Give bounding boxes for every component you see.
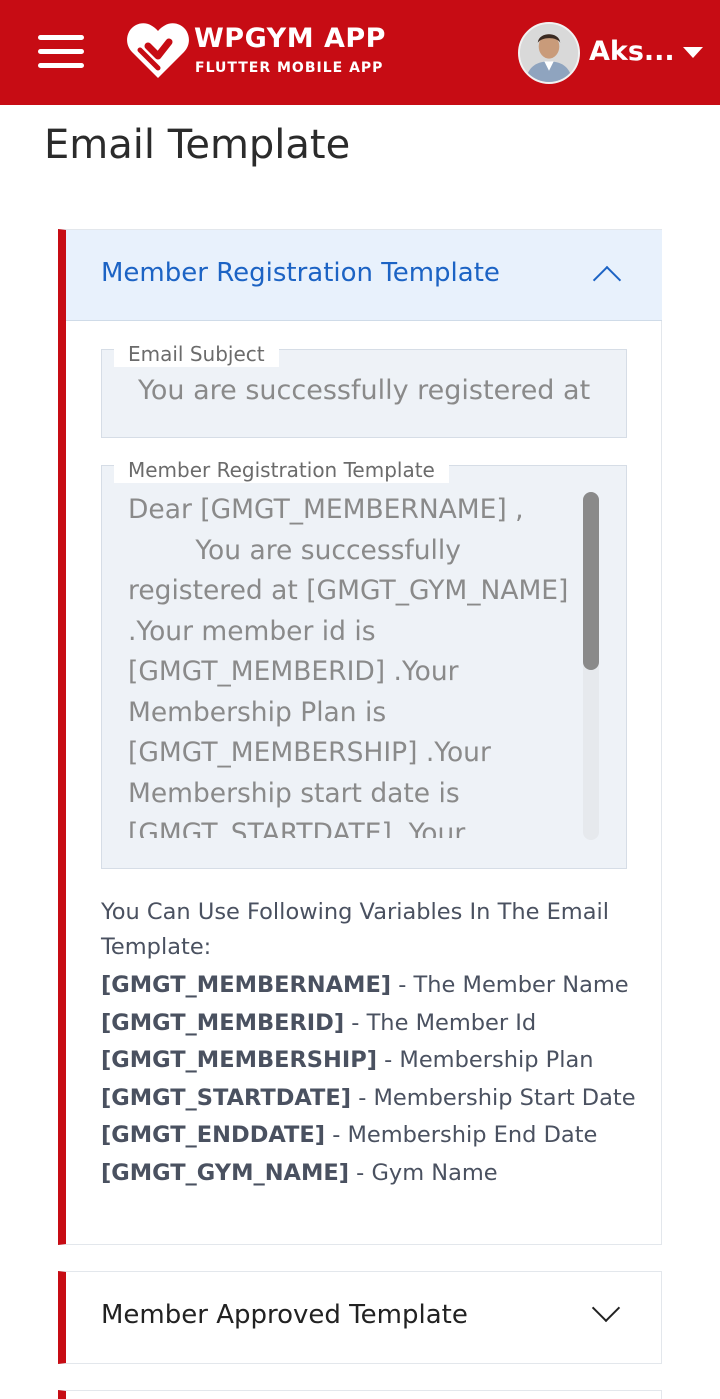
variable-desc: - The Member Id [344, 1009, 537, 1036]
template-panel-title: Member Approved Template [101, 1300, 468, 1330]
variable-row: [GMGT_STARTDATE] - Membership Start Date [101, 1080, 641, 1118]
variable-desc: - Membership Plan [377, 1047, 594, 1073]
email-subject-label: Email Subject [114, 341, 279, 367]
template-panel-title: Member Registration Template [101, 258, 500, 288]
template-panel-member-registration: Member Registration Template Email Subje… [58, 229, 662, 1245]
variable-key: [GMGT_MEMBERNAME] [101, 972, 392, 998]
variable-desc: - Membership End Date [325, 1122, 598, 1148]
variable-row: [GMGT_MEMBERNAME] - The Member Name [101, 967, 641, 1005]
hamburger-menu-icon[interactable] [38, 35, 86, 71]
variable-key: [GMGT_STARTDATE] [101, 1084, 352, 1111]
variable-desc: - The Member Name [391, 972, 629, 998]
variable-key: [GMGT_ENDDATE] [101, 1122, 326, 1148]
variable-key: [GMGT_MEMBERSHIP] [101, 1047, 377, 1073]
template-panel-member-approved[interactable]: Member Approved Template [58, 1271, 662, 1364]
variable-desc: - Gym Name [349, 1159, 498, 1186]
variable-row: [GMGT_GYM_NAME] - Gym Name [101, 1155, 641, 1193]
avatar-photo [520, 24, 578, 82]
user-name[interactable]: Aks... [589, 36, 675, 67]
page-title: Email Template [44, 122, 351, 168]
variables-intro: You Can Use Following Variables In The E… [101, 899, 609, 960]
scrollbar-thumb[interactable] [583, 492, 599, 670]
variables-help: You Can Use Following Variables In The E… [101, 895, 641, 1192]
app-bar: WPGYM APP FLUTTER MOBILE APP Aks... [0, 0, 720, 105]
variable-desc: - Membership Start Date [351, 1084, 636, 1111]
email-subject-field[interactable]: Email Subject You are successfully regis… [101, 341, 627, 438]
user-avatar[interactable] [518, 22, 580, 84]
heart-logo-icon [127, 23, 189, 78]
chevron-down-icon[interactable] [591, 1293, 621, 1323]
variable-key: [GMGT_GYM_NAME] [101, 1159, 350, 1186]
email-body-label: Member Registration Template [114, 457, 449, 483]
template-panel-next[interactable] [58, 1390, 662, 1399]
email-body-value[interactable]: Dear [GMGT_MEMBERNAME] , You are success… [128, 490, 588, 838]
chevron-up-icon[interactable] [592, 265, 622, 295]
app-title: WPGYM APP [194, 23, 386, 54]
app-subtitle: FLUTTER MOBILE APP [195, 60, 384, 76]
variable-key: [GMGT_MEMBERID] [101, 1009, 345, 1036]
email-body-textarea[interactable]: Member Registration Template Dear [GMGT_… [101, 457, 627, 869]
caret-down-icon[interactable] [683, 47, 703, 58]
app-logo: WPGYM APP FLUTTER MOBILE APP [126, 18, 396, 84]
email-subject-value[interactable]: You are successfully registered at [138, 375, 590, 406]
variable-row: [GMGT_MEMBERSHIP] - Membership Plan [101, 1042, 641, 1080]
variable-row: [GMGT_ENDDATE] - Membership End Date [101, 1117, 641, 1155]
template-panel-header[interactable]: Member Registration Template [66, 230, 662, 321]
variable-row: [GMGT_MEMBERID] - The Member Id [101, 1005, 641, 1043]
